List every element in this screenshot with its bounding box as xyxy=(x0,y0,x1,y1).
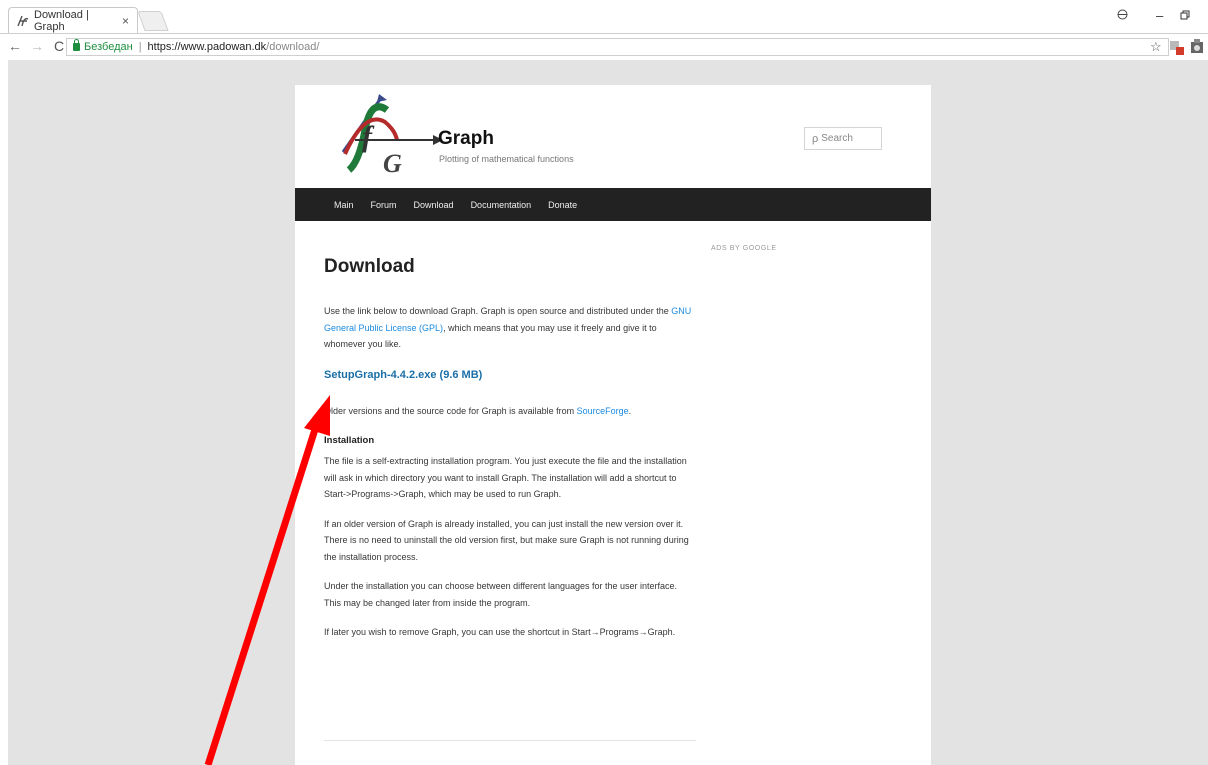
download-link[interactable]: SetupGraph-4.4.2.exe (9.6 MB) xyxy=(324,367,696,384)
graph-logo-icon[interactable]: f G xyxy=(335,92,445,178)
intro-text-before: Use the link below to download Graph. Gr… xyxy=(324,306,672,316)
installation-paragraph-1: The file is a self-extracting installati… xyxy=(324,456,687,499)
security-label: Безбедан xyxy=(84,41,133,53)
search-icon: ρ xyxy=(812,132,819,145)
url-host: https://www.padowan.dk xyxy=(147,41,267,53)
star-icon[interactable]: ☆ xyxy=(1150,39,1162,55)
older-text-before: Older versions and the source code for G… xyxy=(324,406,577,416)
nav-item-forum[interactable]: Forum xyxy=(371,200,397,210)
graph-favicon-icon xyxy=(17,15,29,27)
url-field[interactable]: Безбедан | https://www.padowan.dk/downlo… xyxy=(66,38,1169,56)
nav-item-download[interactable]: Download xyxy=(414,200,454,210)
page-title: Download xyxy=(324,256,415,277)
url-separator: | xyxy=(138,41,142,53)
tab-strip: Download | Graph × – xyxy=(0,0,1208,33)
svg-text:G: G xyxy=(383,149,402,177)
sourceforge-link[interactable]: SourceForge xyxy=(577,406,629,416)
minimize-icon[interactable]: – xyxy=(1156,8,1163,23)
lock-icon xyxy=(73,39,80,51)
reload-icon[interactable]: C xyxy=(52,38,66,54)
camera-extension-icon[interactable] xyxy=(1190,38,1204,54)
tab-close-icon[interactable]: × xyxy=(122,14,129,28)
nav-item-documentation[interactable]: Documentation xyxy=(471,200,532,210)
installation-paragraph-4: If later you wish to remove Graph, you c… xyxy=(324,627,676,637)
restore-icon[interactable] xyxy=(1180,8,1190,23)
content-divider xyxy=(324,740,696,741)
site-title[interactable]: Graph xyxy=(438,128,494,150)
older-versions-paragraph: Older versions and the source code for G… xyxy=(324,403,696,420)
browser-chrome: Download | Graph × – ← → C Безбедан | ht… xyxy=(0,0,1208,58)
forward-icon[interactable]: → xyxy=(30,38,44,54)
browser-tab[interactable]: Download | Graph × xyxy=(8,7,138,33)
url-path: /download/ xyxy=(266,41,320,53)
search-input[interactable]: ρ Search xyxy=(804,127,882,150)
extension-icon[interactable] xyxy=(1168,38,1186,56)
older-text-after: . xyxy=(628,406,632,416)
nav-item-main[interactable]: Main xyxy=(334,200,354,210)
svg-text:f: f xyxy=(362,120,375,153)
back-icon[interactable]: ← xyxy=(8,38,22,54)
account-icon[interactable] xyxy=(1117,8,1128,23)
installation-heading: Installation xyxy=(324,434,375,446)
installation-paragraph-2: If an older version of Graph is already … xyxy=(324,518,689,562)
search-placeholder: Search xyxy=(821,133,853,144)
page-container: f G Graph Plotting of mathematical funct… xyxy=(295,85,931,765)
intro-paragraph: Use the link below to download Graph. Gr… xyxy=(324,303,696,353)
nav-item-donate[interactable]: Donate xyxy=(548,200,577,210)
new-tab-button[interactable] xyxy=(137,11,169,31)
ads-label: ADS BY GOOGLE xyxy=(711,245,777,252)
installation-paragraph-3: Under the installation you can choose be… xyxy=(324,581,678,608)
page-viewport: f G Graph Plotting of mathematical funct… xyxy=(8,60,1208,765)
tab-title: Download | Graph xyxy=(34,8,89,33)
site-description: Plotting of mathematical functions xyxy=(439,154,574,164)
address-bar: ← → C Безбедан | https://www.padowan.dk /… xyxy=(0,33,1208,58)
main-navigation: Main Forum Download Documentation Donate xyxy=(295,188,931,221)
article-content: Download Use the link below to download … xyxy=(324,255,696,654)
